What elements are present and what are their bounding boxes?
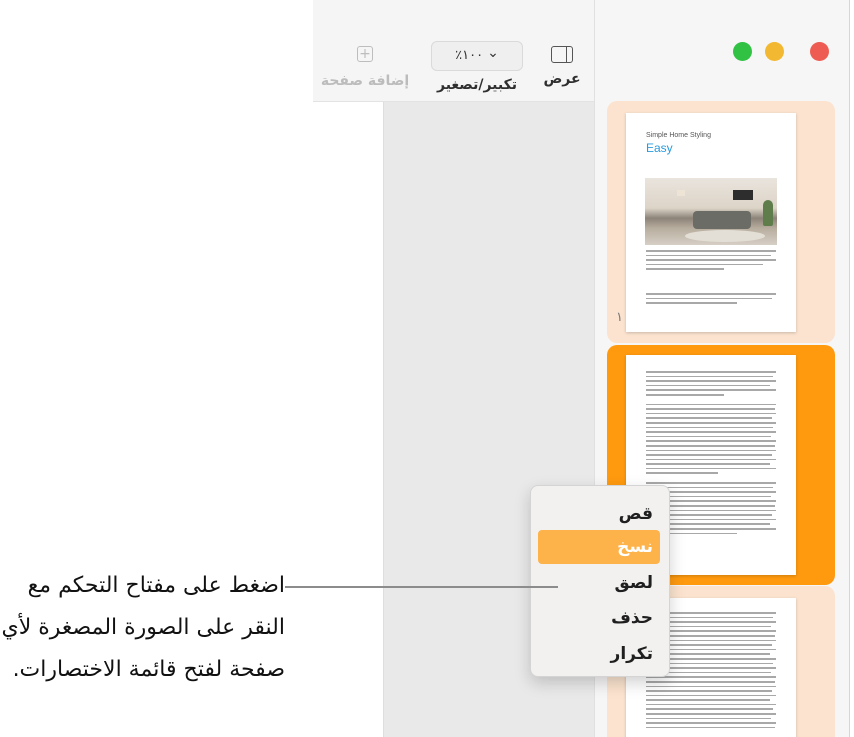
toolbar: عرض ٪١٠٠ ⌄ تكبير/تصغير + إضافة صفحة [313, 0, 594, 102]
page-kicker: Simple Home Styling [646, 132, 711, 139]
menu-item-paste[interactable]: لصق [538, 566, 660, 600]
view-label: عرض [543, 71, 581, 87]
room-photo [645, 178, 777, 245]
sidebar-view-icon [551, 46, 573, 63]
add-page-label: إضافة صفحة [320, 73, 410, 89]
menu-item-duplicate[interactable]: تكرار [538, 637, 660, 671]
callout-text: اضغط على مفتاح التحكم مع النقر على الصور… [1, 573, 285, 682]
text-lines [646, 293, 776, 307]
view-button[interactable]: عرض [532, 46, 592, 87]
menu-item-cut[interactable]: قص [538, 497, 660, 531]
callout-line [285, 586, 558, 588]
page-number: ١ [616, 310, 623, 325]
menu-item-copy[interactable]: نسخ [538, 530, 660, 564]
page-thumbnail[interactable]: Simple Home Styling Easy [626, 113, 796, 332]
zoom-label: تكبير/تصغير [436, 77, 518, 93]
context-menu: قص نسخ لصق حذف تكرار [530, 485, 670, 677]
zoom-button[interactable]: ٪١٠٠ ⌄ تكبير/تصغير [428, 41, 526, 93]
zoom-value: ٪١٠٠ [455, 48, 484, 63]
add-page-icon: + [357, 46, 373, 62]
document-canvas[interactable] [313, 102, 383, 737]
text-lines [646, 250, 776, 273]
page-title: Easy [646, 141, 673, 155]
minimize-button[interactable] [765, 42, 784, 61]
close-button[interactable] [810, 42, 829, 61]
zoom-popup[interactable]: ٪١٠٠ ⌄ [431, 41, 523, 71]
zoom-window-button[interactable] [733, 42, 752, 61]
thumbnail-page-1[interactable]: Simple Home Styling Easy ١ [607, 101, 835, 343]
chevron-down-icon: ⌄ [487, 45, 499, 61]
add-page-button[interactable]: + إضافة صفحة [317, 46, 413, 89]
menu-item-delete[interactable]: حذف [538, 601, 660, 635]
